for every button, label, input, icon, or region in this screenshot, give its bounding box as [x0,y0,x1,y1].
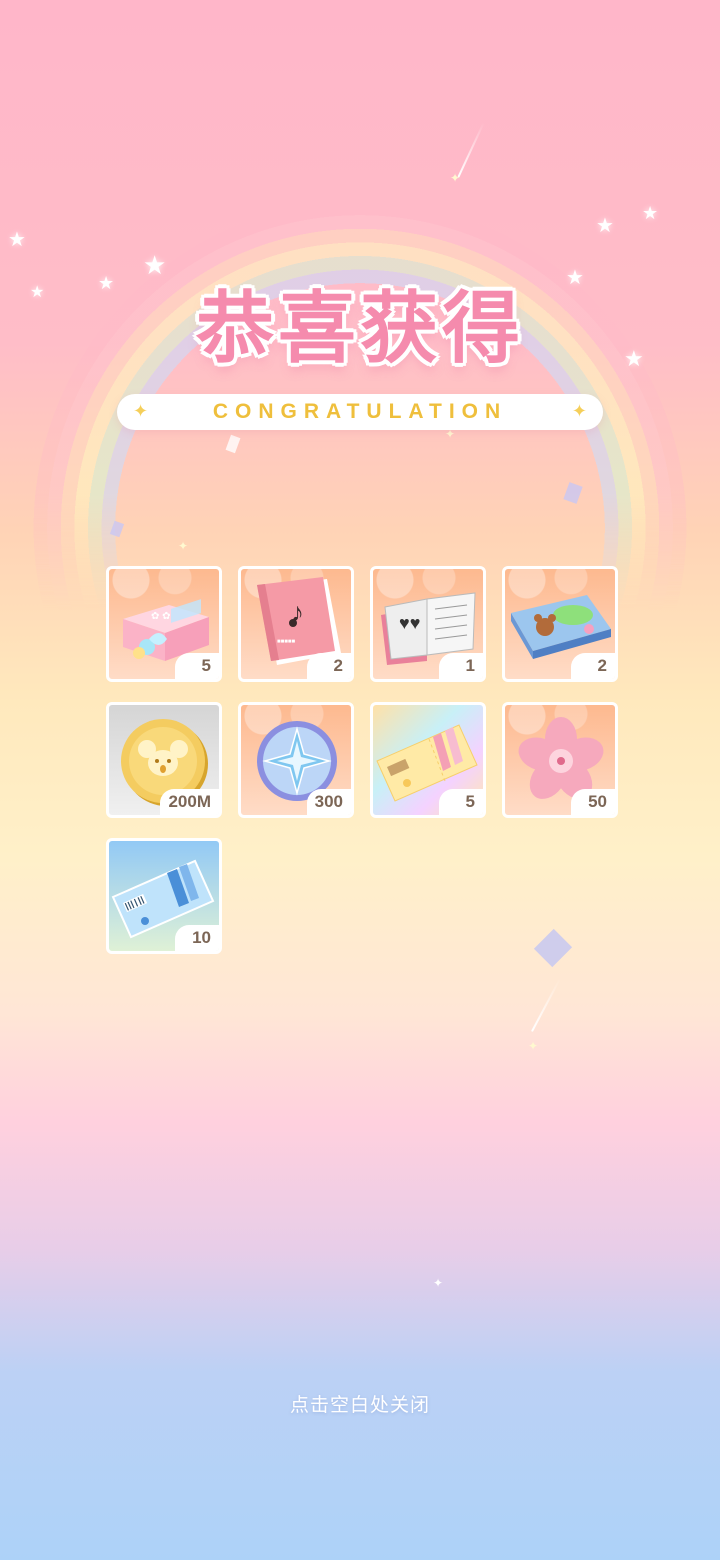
subtitle-text: CONGRATULATION [212,400,508,423]
svg-text:■■■■■: ■■■■■ [277,639,295,645]
quantity-badge: 2 [571,653,615,679]
reward-grid: ✿ ✿ 5 ♪ ■■■■■ 2 ♥♥ 1 2 200M 300 5 50 10 [106,566,618,954]
quantity-badge: 300 [306,789,351,815]
reward-item[interactable]: 5 [370,702,486,818]
sparkle-icon: ✦ [433,1276,444,1290]
svg-text:✿ ✿: ✿ ✿ [151,611,171,622]
reward-item[interactable]: ♥♥ 1 [370,566,486,682]
reward-item[interactable]: 300 [238,702,354,818]
quantity-badge: 5 [439,789,483,815]
quantity-badge: 50 [571,789,615,815]
quantity-badge: 5 [175,653,219,679]
star-icon: ★ [8,229,26,251]
reward-item[interactable]: ♪ ■■■■■ 2 [238,566,354,682]
quantity-badge: 2 [307,653,351,679]
quantity-badge: 10 [175,925,219,951]
quantity-badge: 1 [439,653,483,679]
reward-item[interactable]: 50 [502,702,618,818]
reward-item[interactable]: ✿ ✿ 5 [106,566,222,682]
sparkle-icon: ✦ [528,1039,539,1053]
subtitle-banner: ✦ CONGRATULATION ✦ [117,394,603,430]
reward-item[interactable]: 200M [106,702,222,818]
tap-to-close-hint[interactable]: 点击空白处关闭 [0,1390,720,1417]
quantity-badge: 200M [160,789,219,815]
sparkle-icon: ✦ [450,171,461,185]
reward-item[interactable]: 10 [106,838,222,954]
star-icon: ★ [642,203,659,223]
sparkle-icon: ✦ [133,401,149,421]
reward-title: 恭喜获得 [195,284,524,374]
sparkle-icon: ✦ [178,539,189,553]
svg-text:♥♥: ♥♥ [399,613,420,633]
reward-item[interactable]: 2 [502,566,618,682]
shooting-star [457,122,485,178]
star-icon: ★ [596,215,614,237]
sparkle-icon: ✦ [571,401,587,421]
shooting-star [531,978,561,1032]
